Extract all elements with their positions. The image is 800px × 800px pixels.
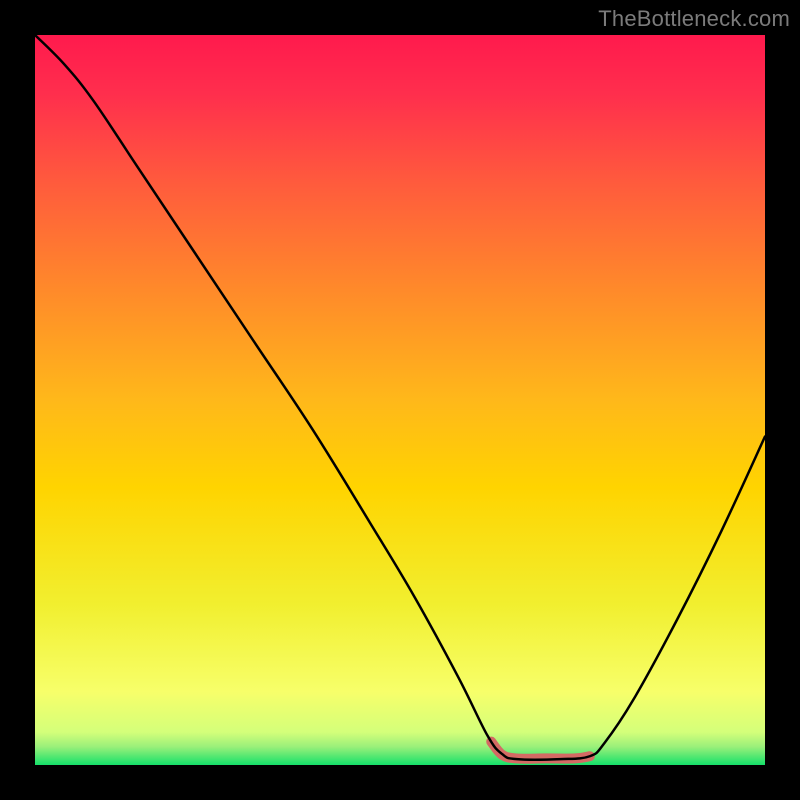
- chart-plot-area: [35, 35, 765, 765]
- attribution-text: TheBottleneck.com: [598, 6, 790, 32]
- gradient-background: [35, 35, 765, 765]
- chart-svg: [35, 35, 765, 765]
- chart-frame: TheBottleneck.com: [0, 0, 800, 800]
